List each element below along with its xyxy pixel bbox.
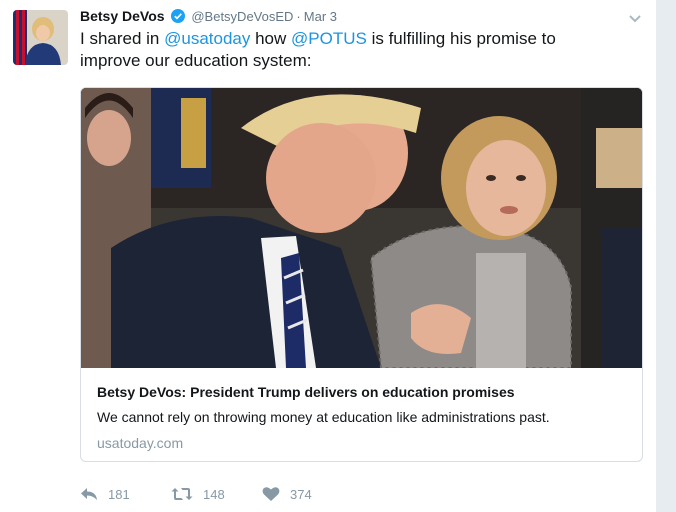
retweet-button[interactable]: 148	[171, 484, 225, 504]
like-count: 374	[290, 486, 312, 502]
card-description: We cannot rely on throwing money at educ…	[97, 409, 550, 425]
card-image	[81, 88, 642, 368]
link-card[interactable]: Betsy DeVos: President Trump delivers on…	[80, 87, 643, 462]
reply-button[interactable]: 181	[80, 484, 130, 504]
caret-down-icon[interactable]	[628, 11, 642, 23]
like-button[interactable]: 374	[262, 484, 312, 504]
reply-count: 181	[108, 486, 130, 502]
tweet-text-segment: how	[250, 29, 292, 48]
reply-icon	[81, 488, 97, 500]
heart-icon	[262, 487, 280, 501]
tweet: Betsy DeVos @BetsyDeVosED · Mar 3 I shared…	[0, 0, 656, 512]
author-handle[interactable]: @BetsyDeVosED	[191, 9, 293, 24]
author-name[interactable]: Betsy DeVos	[80, 8, 165, 24]
avatar[interactable]	[13, 10, 68, 65]
retweet-count: 148	[203, 486, 225, 502]
mention-potus[interactable]: @POTUS	[291, 29, 367, 48]
tweet-header: Betsy DeVos @BetsyDeVosED · Mar 3	[80, 7, 337, 25]
tweet-date[interactable]: Mar 3	[304, 9, 337, 24]
mention-usatoday[interactable]: @usatoday	[164, 29, 250, 48]
card-domain: usatoday.com	[97, 435, 184, 451]
card-title[interactable]: Betsy DeVos: President Trump delivers on…	[97, 383, 627, 401]
tweet-text-segment: I shared in	[80, 29, 165, 48]
tweet-text: I shared in @usatoday how @POTUS is fulf…	[80, 28, 620, 72]
verified-icon	[171, 9, 186, 27]
retweet-icon	[171, 488, 193, 500]
separator-dot: ·	[296, 9, 301, 24]
